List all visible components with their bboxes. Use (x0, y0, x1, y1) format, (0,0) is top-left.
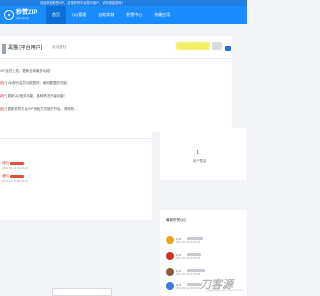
nav-item-center[interactable]: 秒赞中心 (120, 6, 148, 24)
recent-title: 最新秒赞QQ (166, 218, 186, 222)
avatar (166, 236, 174, 244)
tip-text: [*] 更新QQ相关功能，各种情况升级功能! (3, 94, 65, 98)
qq-time: 2021-02-10 02:20:19 (176, 256, 201, 260)
list-item[interactable]: Q-6 2021-02-10 02:20:19 (166, 252, 244, 261)
notice-title: 通知 (2, 160, 150, 165)
tip-text: [*] 更新秒赞平台VIP消耗方式维护开启，请特别... (3, 107, 77, 111)
tip-text: [*] Vip部分会员功能暂停，使用数据的可能! (3, 81, 68, 85)
notice-label: 通知 (2, 161, 9, 165)
nav-item-shop[interactable]: 自助商城 (92, 6, 120, 24)
top-notice-text: 欢迎来到秒赞ZIP，这是秒赞平台提示用户，请勿泄露密码！ (40, 1, 125, 5)
navbar: 秒赞ZIP www.zip.top 首页 QQ管理 自助商城 秒赞中心 快捷应用 (0, 6, 247, 24)
notice-time: 2021-02-10 02:20:44 (2, 179, 28, 183)
notice-title: 通知 (2, 173, 150, 178)
welcome-text: 欢迎登陆 (52, 45, 67, 49)
tip-line: 新[*] 更新QQ相关功能，各种情况升级功能! (0, 93, 65, 98)
avatar (2, 44, 6, 54)
tip-line: VIP会员上线，更新全网最多功能! (0, 68, 50, 73)
brand-sub: www.zip.top (16, 17, 29, 20)
notice-redacted (9, 174, 24, 178)
brand-name: 秒赞ZIP (16, 10, 38, 16)
logo-icon (4, 10, 14, 20)
notice-card: 通知 2021-02-10 02:26:24 通知 2021-02-10 02:… (0, 120, 152, 220)
tip-line: 新[*] 更新秒赞平台VIP消耗方式维护开启，请特别... (0, 106, 77, 111)
qq-time: 2021-02-10 02:15:38 (176, 272, 201, 276)
notice-redacted (9, 161, 24, 165)
tip-line: 新[*] Vip部分会员功能暂停，使用数据的可能! (0, 80, 68, 85)
notice-label: 通知 (2, 174, 9, 178)
vip-badge[interactable] (176, 42, 210, 50)
avatar (166, 268, 174, 276)
list-item[interactable]: 通知 2021-02-10 02:20:44 (2, 173, 150, 183)
watermark-sub: 刀客源码网 www.dkewl.com (205, 288, 243, 292)
level-badge (225, 46, 231, 51)
qq-redacted (187, 236, 203, 240)
main-nav: 首页 QQ管理 自助商城 秒赞中心 快捷应用 (46, 6, 176, 24)
user-name: 黑猫 [平台用户] (8, 45, 43, 51)
nav-item-apps[interactable]: 快捷应用 (148, 6, 176, 24)
qq-time: 2021-02-10 02:11:02 (176, 286, 200, 290)
qq-redacted (187, 252, 201, 256)
avatar (166, 252, 174, 260)
qq-time: 2021-02-10 02:20:44 (176, 240, 201, 244)
logo[interactable]: 秒赞ZIP www.zip.top (4, 8, 40, 22)
user-count-value: 1 (196, 150, 199, 156)
notice-time: 2021-02-10 02:26:24 (2, 166, 28, 170)
list-item[interactable]: 通知 2021-02-10 02:26:24 (2, 160, 150, 170)
list-item[interactable]: Q-9 2021-02-10 02:20:44 (166, 236, 244, 245)
tip-text: VIP会员上线，更新全网最多功能! (0, 69, 51, 73)
nav-item-qq-manage[interactable]: QQ管理 (66, 6, 92, 24)
avatar (166, 282, 174, 290)
divider (0, 138, 152, 139)
status-badge (212, 42, 222, 50)
divider (0, 58, 232, 59)
user-count-card: 1 用户数量 (160, 128, 247, 180)
bottom-input[interactable] (52, 288, 112, 296)
qq-redacted (187, 268, 205, 272)
user-count-label: 用户数量 (193, 159, 207, 163)
nav-item-home[interactable]: 首页 (46, 6, 66, 24)
profile-card: 黑猫 [平台用户] 欢迎登陆 VIP会员上线，更新全网最多功能! 新[*] Vi… (0, 36, 232, 132)
